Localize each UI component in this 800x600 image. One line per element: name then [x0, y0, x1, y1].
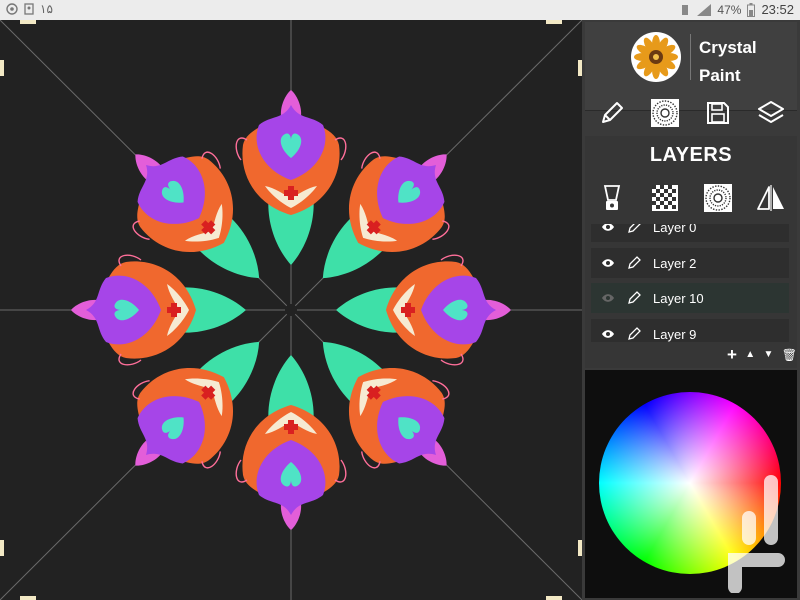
image-icon — [24, 3, 34, 15]
notification-icon — [6, 3, 18, 15]
eye-icon[interactable] — [601, 224, 615, 232]
layers-panel: LAYERS Layer 0 Layer 2 Layer 10 Layer 9 … — [585, 136, 797, 368]
eye-hidden-icon[interactable] — [601, 293, 615, 303]
layer-name: Layer 2 — [653, 255, 697, 271]
layer-symmetry-button[interactable] — [703, 183, 733, 213]
layer-row-selected[interactable]: Layer 10 — [591, 283, 789, 313]
layers-button[interactable] — [756, 98, 786, 128]
layer-toolbar — [585, 180, 797, 216]
layer-list[interactable]: Layer 0 Layer 2 Layer 10 Layer 9 — [591, 224, 789, 342]
layer-name: Layer 10 — [653, 290, 704, 306]
eye-icon[interactable] — [601, 329, 615, 339]
opacity-button[interactable] — [650, 183, 680, 213]
status-left-text: ۱۵ — [40, 2, 53, 16]
layer-row[interactable]: Layer 9 — [591, 319, 789, 342]
layers-title: LAYERS — [649, 144, 733, 166]
pencil-tool-button[interactable] — [597, 98, 627, 128]
vibrate-icon — [682, 4, 689, 15]
crop-handle-left-bottom[interactable] — [0, 540, 4, 556]
layers-icon — [757, 101, 784, 123]
pencil-icon[interactable] — [627, 291, 641, 305]
drawing-canvas[interactable] — [0, 20, 582, 600]
layer-name: Layer 0 — [653, 224, 697, 235]
mandala-artwork — [0, 20, 582, 600]
crop-handle-top-left[interactable] — [20, 20, 36, 24]
layer-row[interactable]: Layer 0 — [591, 224, 789, 242]
mandala-icon — [650, 99, 679, 127]
mirror-button[interactable] — [756, 183, 786, 213]
blend-button[interactable] — [597, 183, 627, 213]
symmetry-tool-button[interactable] — [650, 98, 680, 128]
status-bar: ۱۵ 47% 23:52 — [0, 0, 800, 20]
battery-icon — [747, 2, 756, 17]
color-picker-panel — [585, 370, 797, 598]
app-name: Crystal Paint — [699, 38, 757, 85]
mirror-icon — [756, 185, 784, 211]
delete-layer-button[interactable]: 🗑 — [782, 348, 797, 362]
pencil-icon[interactable] — [627, 256, 641, 270]
signal-icon — [697, 3, 712, 16]
add-layer-button[interactable]: + — [727, 346, 737, 363]
blender-icon — [603, 185, 620, 210]
side-panel: Crystal Paint LAYERS Layer 0 Layer 2 Lay… — [582, 20, 800, 600]
layer-actions: + ▲ ▼ 🗑 — [727, 346, 797, 364]
crop-handle-bottom-left[interactable] — [20, 596, 36, 600]
header-divider — [690, 34, 691, 80]
app-logo — [631, 32, 681, 82]
pencil-icon[interactable] — [627, 327, 641, 341]
crop-handle-top-right[interactable] — [546, 20, 562, 24]
clock: 23:52 — [761, 2, 794, 17]
battery-percent: 47% — [717, 2, 742, 17]
crop-handle-bottom-right[interactable] — [546, 596, 562, 600]
pencil-icon — [601, 102, 623, 123]
pencil-icon[interactable] — [627, 224, 641, 234]
transparency-icon — [651, 185, 678, 211]
main-toolbar — [585, 92, 797, 134]
save-icon — [706, 102, 729, 124]
mandala-icon — [703, 184, 732, 212]
eye-icon[interactable] — [601, 258, 615, 268]
store-watermark-logo — [728, 475, 785, 593]
layer-name: Layer 9 — [653, 326, 697, 342]
crop-handle-left-top[interactable] — [0, 60, 4, 76]
move-layer-up-button[interactable]: ▲ — [745, 348, 755, 362]
layer-row[interactable]: Layer 2 — [591, 248, 789, 278]
save-button[interactable] — [703, 98, 733, 128]
move-layer-down-button[interactable]: ▼ — [764, 348, 774, 362]
